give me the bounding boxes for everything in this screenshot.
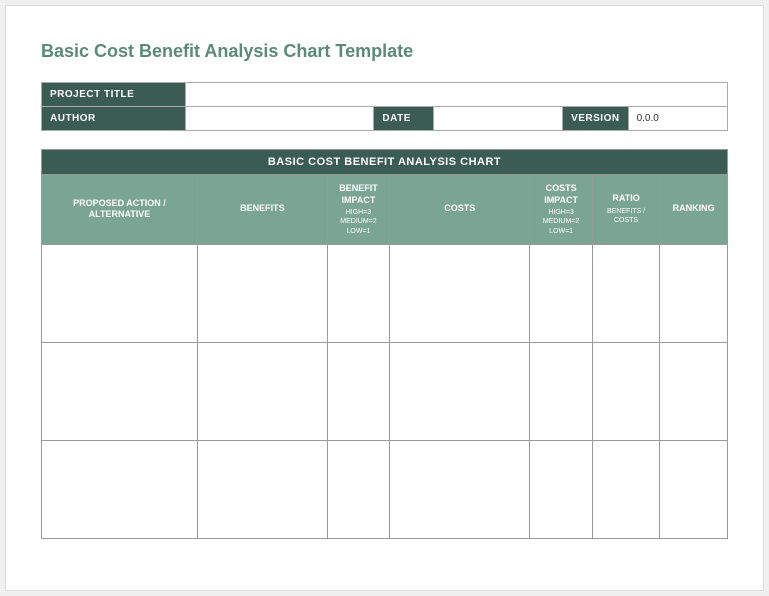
header-benefits: BENEFITS bbox=[197, 175, 327, 245]
project-title-value[interactable] bbox=[186, 83, 728, 107]
cell-costs[interactable] bbox=[390, 440, 530, 538]
cell-benefits[interactable] bbox=[197, 440, 327, 538]
cell-action[interactable] bbox=[42, 440, 198, 538]
cell-ratio[interactable] bbox=[592, 440, 660, 538]
cell-benefits[interactable] bbox=[197, 244, 327, 342]
author-label: AUTHOR bbox=[42, 107, 186, 131]
header-action: PROPOSED ACTION / ALTERNATIVE bbox=[42, 175, 198, 245]
header-ratio-main: RATIO bbox=[612, 193, 639, 203]
cell-ranking[interactable] bbox=[660, 342, 728, 440]
project-title-label: PROJECT TITLE bbox=[42, 83, 186, 107]
header-costs-impact-main: COSTS IMPACT bbox=[544, 183, 578, 205]
header-ranking: RANKING bbox=[660, 175, 728, 245]
page-title: Basic Cost Benefit Analysis Chart Templa… bbox=[41, 41, 728, 62]
table-row bbox=[42, 440, 728, 538]
cell-costs-impact[interactable] bbox=[530, 244, 592, 342]
cell-costs[interactable] bbox=[390, 244, 530, 342]
cell-costs-impact[interactable] bbox=[530, 440, 592, 538]
cell-benefit-impact[interactable] bbox=[327, 342, 389, 440]
header-ratio-sub: BENEFITS / COSTS bbox=[597, 207, 656, 225]
project-meta-table: PROJECT TITLE AUTHOR DATE VERSION 0.0.0 bbox=[41, 82, 728, 131]
cell-ranking[interactable] bbox=[660, 244, 728, 342]
cell-benefit-impact[interactable] bbox=[327, 244, 389, 342]
date-label: DATE bbox=[374, 107, 434, 131]
version-value[interactable]: 0.0.0 bbox=[628, 107, 727, 131]
version-label: VERSION bbox=[563, 107, 629, 131]
cell-ratio[interactable] bbox=[592, 244, 660, 342]
header-benefit-impact: BENEFIT IMPACT HIGH=3 MEDIUM=2 LOW=1 bbox=[327, 175, 389, 245]
header-costs-impact: COSTS IMPACT HIGH=3 MEDIUM=2 LOW=1 bbox=[530, 175, 592, 245]
chart-heading: BASIC COST BENEFIT ANALYSIS CHART bbox=[42, 150, 728, 175]
analysis-chart-table: BASIC COST BENEFIT ANALYSIS CHART PROPOS… bbox=[41, 149, 728, 539]
header-benefit-impact-sub: HIGH=3 MEDIUM=2 LOW=1 bbox=[332, 208, 385, 235]
date-value[interactable] bbox=[434, 107, 563, 131]
header-costs-impact-sub: HIGH=3 MEDIUM=2 LOW=1 bbox=[534, 208, 587, 235]
author-value[interactable] bbox=[186, 107, 374, 131]
cell-benefits[interactable] bbox=[197, 342, 327, 440]
document-page: Basic Cost Benefit Analysis Chart Templa… bbox=[5, 5, 764, 591]
cell-benefit-impact[interactable] bbox=[327, 440, 389, 538]
cell-costs[interactable] bbox=[390, 342, 530, 440]
table-row bbox=[42, 244, 728, 342]
header-ratio: RATIO BENEFITS / COSTS bbox=[592, 175, 660, 245]
cell-ratio[interactable] bbox=[592, 342, 660, 440]
header-costs: COSTS bbox=[390, 175, 530, 245]
cell-ranking[interactable] bbox=[660, 440, 728, 538]
cell-action[interactable] bbox=[42, 342, 198, 440]
table-row bbox=[42, 342, 728, 440]
cell-costs-impact[interactable] bbox=[530, 342, 592, 440]
header-benefit-impact-main: BENEFIT IMPACT bbox=[339, 183, 378, 205]
cell-action[interactable] bbox=[42, 244, 198, 342]
